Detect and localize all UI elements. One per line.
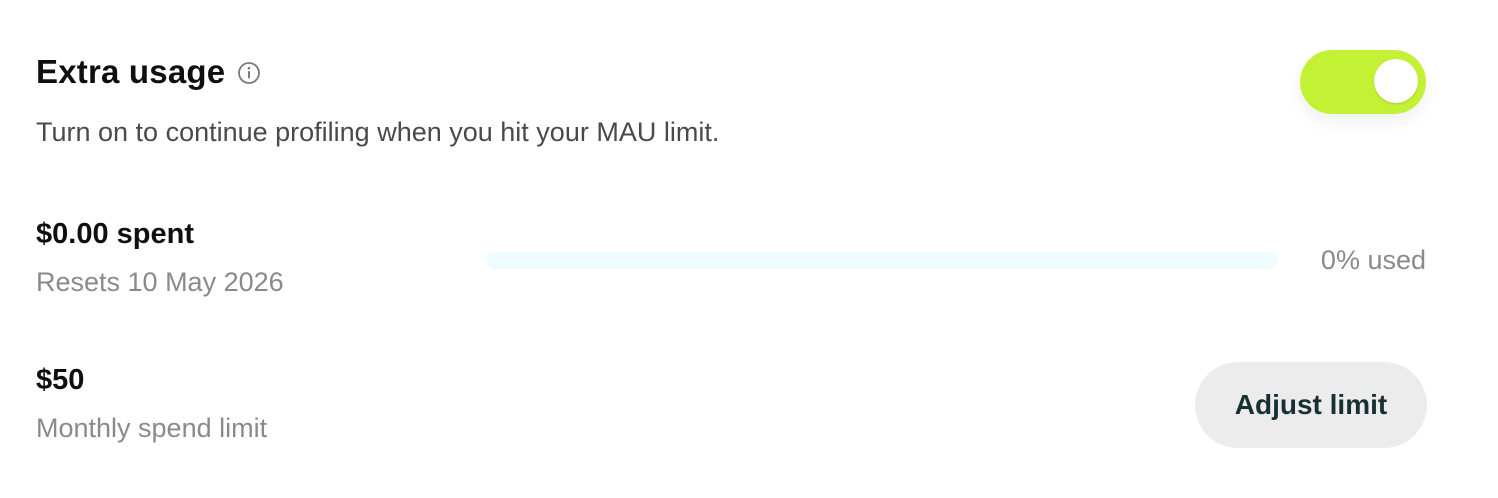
extra-usage-toggle[interactable] <box>1300 50 1426 114</box>
usage-progress-bar <box>486 252 1278 269</box>
info-icon[interactable] <box>237 61 261 85</box>
toggle-knob <box>1374 59 1418 103</box>
spent-amount: $0.00 spent <box>36 218 194 250</box>
limit-label: Monthly spend limit <box>36 413 268 443</box>
section-description: Turn on to continue profiling when you h… <box>36 117 720 147</box>
usage-percent-label: 0% used <box>1320 245 1426 275</box>
reset-date: Resets 10 May 2026 <box>36 267 284 297</box>
adjust-limit-button[interactable]: Adjust limit <box>1195 362 1427 448</box>
spent-info: $0.00 spent Resets 10 May 2026 <box>36 214 284 302</box>
limit-amount: $50 <box>36 364 85 396</box>
extra-usage-header: Extra usage <box>36 52 261 92</box>
section-title: Extra usage <box>36 53 226 90</box>
limit-info: $50 Monthly spend limit <box>36 360 267 448</box>
